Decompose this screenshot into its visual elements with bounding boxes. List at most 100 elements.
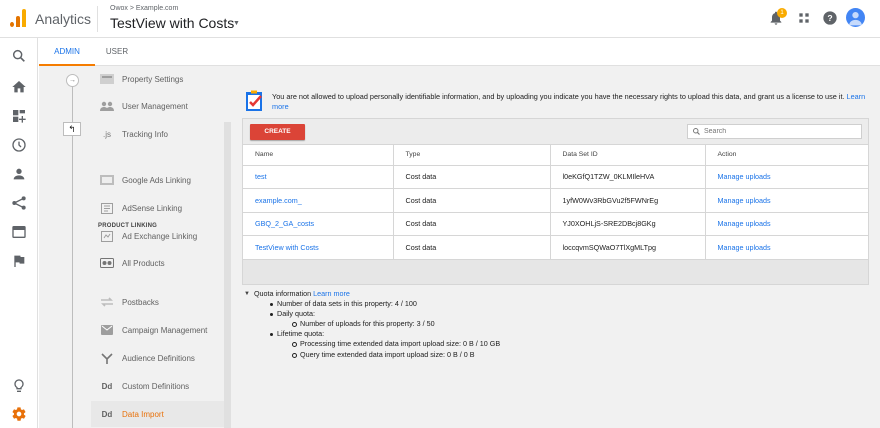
menu-scrollbar[interactable]	[224, 122, 231, 428]
manage-uploads-link[interactable]: Manage uploads	[718, 219, 771, 228]
behavior-icon[interactable]	[11, 224, 27, 240]
menu-item-tracking-info[interactable]: .js Tracking Info	[91, 121, 224, 147]
google-ads-icon	[99, 174, 115, 186]
admin-tabs: ADMIN USER	[39, 38, 880, 66]
column-header-data-set-id[interactable]: Data Set ID	[550, 145, 706, 166]
quota-title: Quota information	[253, 289, 312, 298]
menu-item-label: Property Settings	[122, 74, 184, 84]
pii-notice: You are not allowed to upload personally…	[272, 92, 872, 112]
search-icon[interactable]	[11, 48, 27, 64]
manage-uploads-link[interactable]: Manage uploads	[718, 172, 771, 181]
back-arrow-icon[interactable]: ↰	[63, 122, 81, 136]
data-import-icon: Dd	[101, 409, 113, 419]
column-header-action: Action	[705, 145, 868, 166]
menu-item-property-settings[interactable]: Property Settings	[91, 66, 224, 92]
view-title[interactable]: TestView with Costs	[110, 15, 234, 31]
conversions-flag-icon[interactable]	[11, 253, 27, 269]
breadcrumb[interactable]: Owox > Example.com	[110, 5, 178, 12]
quota-lifetime-label: Lifetime quota:	[244, 329, 644, 339]
help-icon[interactable]: ?	[822, 10, 838, 26]
menu-item-label: Tracking Info	[122, 129, 168, 139]
ad-exchange-icon	[99, 230, 115, 242]
collapse-arrow-icon[interactable]: →	[66, 74, 79, 87]
quota-header[interactable]: ▼ Quota information Learn more	[244, 289, 644, 299]
data-set-type: Cost data	[393, 235, 551, 260]
search-input[interactable]	[704, 128, 854, 135]
data-set-id: YJ0XOHLjS-SRE2DBcj8GKg	[550, 212, 706, 236]
data-set-name-link[interactable]: GBQ_2_GA_costs	[255, 219, 314, 228]
caret-down-icon[interactable]: ▼	[244, 289, 250, 299]
adsense-icon	[99, 202, 115, 214]
custom-definitions-icon: Dd	[101, 381, 113, 391]
left-nav-rail	[0, 38, 38, 428]
menu-item-all-products[interactable]: All Products	[91, 250, 224, 276]
column-collapse-area	[39, 66, 91, 428]
table-row: example.com_ Cost data 1yfW0Wv3RbGVu2f5F…	[243, 188, 868, 213]
menu-item-audience-definitions[interactable]: Audience Definitions	[91, 345, 224, 371]
data-set-name-link[interactable]: example.com_	[255, 196, 302, 205]
data-sets-panel: CREATE Name Type Data Set ID Action test…	[242, 118, 869, 285]
search-field[interactable]	[687, 124, 862, 139]
table-footer	[243, 260, 868, 284]
menu-item-label: Data Import	[122, 409, 164, 419]
menu-item-label: User Management	[122, 101, 188, 111]
audience-person-icon[interactable]	[11, 166, 27, 182]
quota-learn-more-link[interactable]: Learn more	[313, 289, 350, 299]
quota-processing-size: Processing time extended data import upl…	[244, 339, 644, 349]
tab-user[interactable]: USER	[95, 38, 139, 66]
quota-list: Number of data sets in this property: 4 …	[244, 299, 644, 360]
quota-data-sets: Number of data sets in this property: 4 …	[244, 299, 644, 309]
data-set-name-link[interactable]: TestView with Costs	[255, 243, 319, 252]
data-set-type: Cost data	[393, 165, 551, 189]
menu-item-label: Audience Definitions	[122, 353, 195, 363]
menu-item-campaign-management[interactable]: Campaign Management	[91, 317, 224, 343]
manage-uploads-link[interactable]: Manage uploads	[718, 243, 771, 252]
pii-notice-text: You are not allowed to upload personally…	[272, 92, 845, 101]
quota-query-size: Query time extended data import upload s…	[244, 350, 644, 360]
data-set-name-link[interactable]: test	[255, 172, 267, 181]
admin-gear-icon[interactable]	[11, 406, 27, 422]
analytics-logo-icon[interactable]	[10, 9, 26, 27]
discover-bulb-icon[interactable]	[11, 378, 27, 394]
property-menu: Property Settings User Management .js Tr…	[91, 66, 224, 428]
table-row: TestView with Costs Cost data loccqvmSQW…	[243, 235, 868, 260]
manage-uploads-link[interactable]: Manage uploads	[718, 196, 771, 205]
quota-information: ▼ Quota information Learn more Number of…	[244, 289, 644, 360]
notification-badge: 1	[777, 8, 787, 18]
panel-toolbar: CREATE	[243, 119, 868, 145]
chevron-down-icon[interactable]: ▼	[233, 20, 240, 27]
menu-item-label: Postbacks	[122, 297, 159, 307]
header-divider	[97, 6, 98, 32]
create-button[interactable]: CREATE	[250, 124, 305, 140]
menu-item-ad-exchange-linking[interactable]: Ad Exchange Linking	[91, 223, 224, 249]
menu-item-label: Campaign Management	[122, 325, 208, 335]
menu-item-user-management[interactable]: User Management	[91, 93, 224, 119]
home-icon[interactable]	[11, 79, 27, 95]
quota-daily-uploads: Number of uploads for this property: 3 /…	[244, 319, 644, 329]
column-header-type[interactable]: Type	[393, 145, 551, 166]
menu-item-google-ads-linking[interactable]: Google Ads Linking	[91, 167, 224, 193]
table-row: test Cost data l0eKGfQ1TZW_0KLMIleHVA Ma…	[243, 165, 868, 189]
customization-icon[interactable]	[11, 108, 27, 124]
app-title: Analytics	[35, 11, 92, 27]
menu-item-postbacks[interactable]: Postbacks	[91, 289, 224, 315]
data-set-type: Cost data	[393, 212, 551, 236]
svg-text:?: ?	[827, 13, 832, 23]
menu-item-label: All Products	[122, 258, 165, 268]
audience-definitions-icon	[99, 352, 115, 364]
acquisition-icon[interactable]	[11, 195, 27, 211]
avatar-icon[interactable]	[846, 8, 865, 27]
menu-item-adsense-linking[interactable]: AdSense Linking	[91, 195, 224, 221]
apps-grid-icon[interactable]	[796, 10, 812, 26]
menu-item-label: Custom Definitions	[122, 381, 190, 391]
menu-item-custom-definitions[interactable]: Dd Custom Definitions	[91, 373, 224, 399]
campaign-icon	[99, 324, 115, 336]
menu-item-label: AdSense Linking	[122, 203, 183, 213]
property-settings-icon	[99, 73, 115, 85]
tab-admin[interactable]: ADMIN	[39, 38, 95, 66]
realtime-clock-icon[interactable]	[11, 137, 27, 153]
menu-item-data-import[interactable]: Dd Data Import	[91, 401, 224, 427]
all-products-icon	[99, 257, 115, 269]
column-header-name[interactable]: Name	[243, 145, 394, 166]
menu-item-label: Google Ads Linking	[122, 175, 191, 185]
